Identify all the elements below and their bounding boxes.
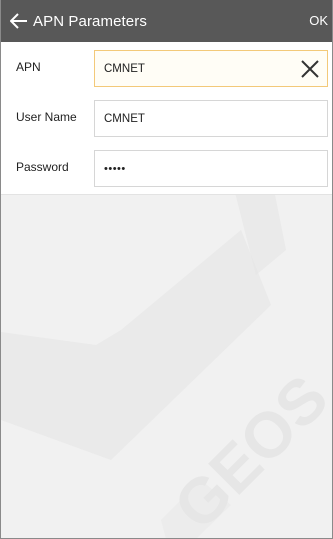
app-screen: GEOS APN Parameters OK APN CMNET User Na… [0,0,333,539]
ok-button[interactable]: OK [309,0,328,42]
title-bar: APN Parameters OK [1,0,332,42]
svg-text:GEOS: GEOS [160,361,333,539]
username-row: User Name CMNET [1,92,332,142]
apn-value: CMNET [104,62,145,75]
apn-row: APN CMNET [1,42,332,92]
username-label: User Name [16,110,77,124]
apn-form: APN CMNET User Name CMNET Password ••••• [1,42,332,195]
password-label: Password [16,160,69,174]
apn-input[interactable]: CMNET [94,50,328,87]
apn-label: APN [16,60,41,74]
password-row: Password ••••• [1,142,332,192]
password-input[interactable]: ••••• [94,150,328,187]
username-value: CMNET [104,112,145,125]
username-input[interactable]: CMNET [94,100,328,137]
clear-icon[interactable] [299,58,321,80]
password-value: ••••• [104,162,126,175]
page-title: APN Parameters [33,12,147,30]
back-arrow-icon[interactable] [7,0,31,42]
